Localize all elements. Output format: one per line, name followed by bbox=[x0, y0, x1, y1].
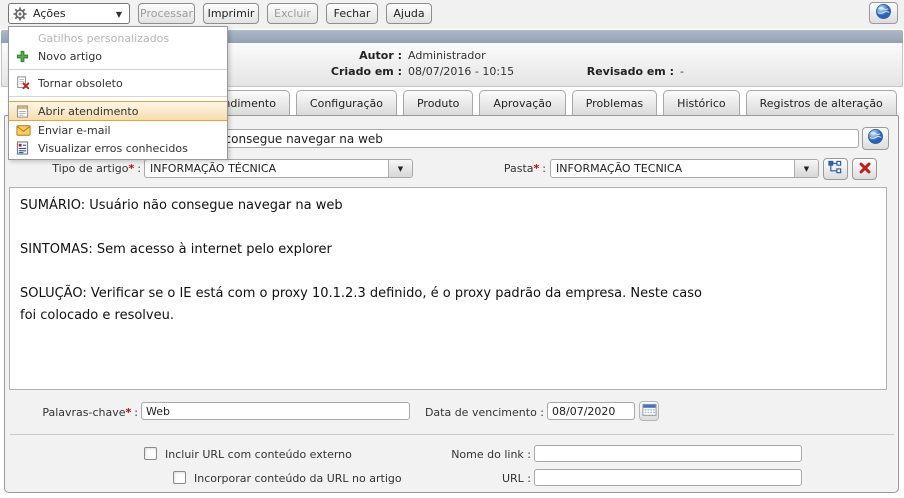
tab-registros-de-alteracao[interactable]: Registros de alteração bbox=[746, 90, 897, 116]
tab-aprovacao[interactable]: Aprovação bbox=[479, 90, 565, 116]
link-name-label: Nome do link : bbox=[395, 448, 531, 461]
revised-label: Revisado em : bbox=[502, 65, 674, 78]
author-label: Autor : bbox=[202, 49, 402, 62]
translate-title-button[interactable] bbox=[862, 127, 889, 150]
embed-url-content-label: Incorporar conteúdo da URL no artigo bbox=[194, 472, 402, 485]
url-label: URL : bbox=[395, 472, 531, 485]
tab-configuracao[interactable]: Configuração bbox=[296, 90, 397, 116]
actions-menu: Gatilhos personalizados Novo artigo Torn… bbox=[8, 26, 228, 160]
menu-separator bbox=[9, 69, 227, 70]
gear-icon bbox=[13, 7, 27, 21]
folder-label: Pasta*: bbox=[405, 162, 546, 175]
envelope-icon bbox=[16, 125, 38, 136]
folder-tree-button[interactable] bbox=[823, 158, 848, 180]
globe-icon bbox=[875, 3, 892, 24]
menu-item-novo-artigo[interactable]: Novo artigo bbox=[9, 47, 227, 65]
help-button[interactable]: Ajuda bbox=[386, 3, 432, 24]
chevron-down-icon: ▼ bbox=[794, 160, 818, 177]
link-name-input[interactable] bbox=[534, 445, 802, 462]
menu-item-gatilhos-personalizados: Gatilhos personalizados bbox=[9, 29, 227, 47]
revised-value: - bbox=[680, 65, 684, 78]
embed-url-content-checkbox[interactable] bbox=[173, 471, 186, 484]
tab-problemas[interactable]: Problemas bbox=[572, 90, 657, 116]
actions-dropdown-label: Ações bbox=[33, 7, 66, 20]
chevron-down-icon: ▼ bbox=[116, 10, 122, 19]
menu-item-tornar-obsoleto[interactable]: Tornar obsoleto bbox=[9, 74, 227, 92]
language-globe-button[interactable] bbox=[869, 2, 898, 24]
plus-icon bbox=[16, 50, 38, 63]
article-editor-window: Ações ▼ Processar Imprimir Excluir Fecha… bbox=[0, 0, 904, 498]
globe-icon bbox=[867, 128, 884, 149]
include-external-url-checkbox[interactable] bbox=[144, 447, 157, 460]
article-type-select[interactable]: INFORMAÇÃO TÉCNICA ▼ bbox=[144, 159, 413, 178]
menu-item-visualizar-erros[interactable]: Visualizar erros conhecidos bbox=[9, 139, 227, 157]
tab-historico[interactable]: Histórico bbox=[663, 90, 739, 116]
include-external-url-label: Incluir URL com conteúdo externo bbox=[165, 448, 352, 461]
red-x-icon bbox=[858, 160, 872, 179]
article-title-input[interactable] bbox=[144, 129, 859, 148]
calendar-icon bbox=[642, 402, 657, 421]
menu-separator bbox=[9, 96, 227, 97]
created-label: Criado em : bbox=[202, 65, 402, 78]
process-button[interactable]: Processar bbox=[138, 3, 195, 24]
tab-produto[interactable]: Produto bbox=[403, 90, 473, 116]
obsolete-document-icon bbox=[16, 76, 38, 90]
article-type-label: Tipo de artigo*: bbox=[5, 162, 141, 175]
url-input[interactable] bbox=[534, 469, 802, 486]
actions-dropdown[interactable]: Ações ▼ bbox=[8, 3, 130, 24]
clear-folder-button[interactable] bbox=[852, 158, 877, 180]
due-date-label: Data de vencimento : bbox=[375, 406, 544, 419]
due-date-input[interactable] bbox=[547, 402, 635, 420]
keywords-label: Palavras-chave*: bbox=[5, 406, 138, 419]
author-value: Administrador bbox=[408, 49, 486, 62]
article-form-panel: Tipo de artigo*: INFORMAÇÃO TÉCNICA ▼ Pa… bbox=[4, 115, 899, 493]
print-button[interactable]: Imprimir bbox=[203, 3, 259, 24]
ticket-document-icon bbox=[16, 105, 38, 118]
menu-item-abrir-atendimento[interactable]: Abrir atendimento bbox=[9, 101, 227, 121]
tree-icon bbox=[828, 160, 843, 179]
toolbar: Ações ▼ Processar Imprimir Excluir Fecha… bbox=[0, 0, 904, 29]
created-value: 08/07/2016 - 10:15 bbox=[408, 65, 514, 78]
known-errors-icon bbox=[16, 141, 38, 155]
keywords-input[interactable] bbox=[141, 402, 410, 420]
article-body-editor[interactable]: SUMÁRIO: Usuário não consegue navegar na… bbox=[9, 187, 887, 390]
delete-button[interactable]: Excluir bbox=[267, 3, 318, 24]
menu-item-enviar-email[interactable]: Enviar e-mail bbox=[9, 121, 227, 139]
folder-select[interactable]: INFORMAÇÃO TECNICA ▼ bbox=[550, 159, 819, 178]
close-button[interactable]: Fechar bbox=[326, 3, 378, 24]
calendar-button[interactable] bbox=[639, 401, 659, 421]
section-divider bbox=[10, 434, 894, 435]
